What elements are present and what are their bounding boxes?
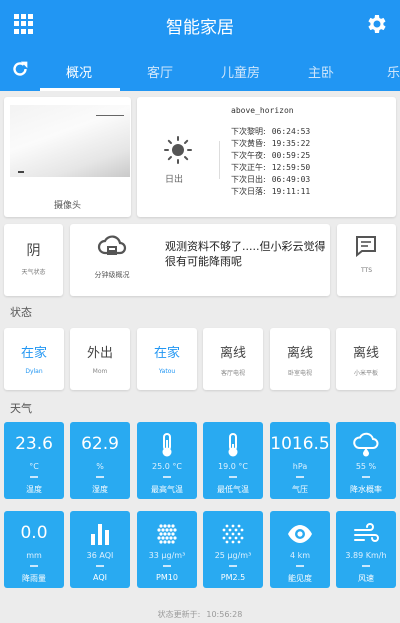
eye-icon	[288, 525, 312, 543]
camera-label: 摄像头	[53, 201, 81, 211]
tile-rainfall[interactable]: 0.0 mm 降雨量	[4, 511, 64, 588]
device-card-mi-pad[interactable]: 离线 小米平板	[336, 328, 396, 390]
active-tab-indicator	[40, 88, 120, 91]
divider	[219, 141, 220, 179]
bar-chart-icon	[91, 524, 109, 545]
tile-max-temp[interactable]: 25.0 °C 最高气温	[137, 422, 197, 499]
wind-icon	[354, 523, 379, 542]
device-card-bedroom-tv[interactable]: 离线 卧室电视	[270, 328, 330, 390]
tab-master-bedroom[interactable]: 主卧	[308, 62, 334, 81]
device-state: 离线	[286, 346, 313, 361]
sun-state: 日出	[165, 175, 184, 185]
person-card-yatou[interactable]: 在家 Yatou	[137, 328, 197, 390]
thermometer-icon	[162, 433, 172, 457]
person-name: Dylan	[25, 368, 43, 375]
device-state: 离线	[219, 346, 246, 361]
person-card-mom[interactable]: 外出 Mom	[70, 328, 130, 390]
tile-pm25[interactable]: 25 µg/m³ PM2.5	[203, 511, 263, 588]
camera-preview[interactable]	[10, 105, 130, 177]
tab-living-room[interactable]: 客厅	[147, 62, 173, 81]
tts-card[interactable]: TTS	[337, 224, 396, 296]
weather-state-value: 阴	[26, 243, 41, 259]
tile-temperature[interactable]: 23.6 °C 温度	[4, 422, 64, 499]
weather-state-card[interactable]: 阴 天气状态	[4, 224, 63, 296]
minute-forecast-label: 分钟级概况	[94, 271, 130, 279]
tab-more[interactable]: 乐	[387, 62, 400, 81]
person-state: 外出	[86, 346, 113, 361]
app-title: 智能家居	[166, 18, 234, 38]
sun-row-noon: 下次正午: 12:59:50	[231, 163, 311, 172]
sun-row-midnight: 下次午夜: 00:59:25	[231, 151, 311, 160]
tab-bar: 概况 客厅 儿童房 主卧 乐	[0, 50, 400, 91]
sun-row-dawn: 下次黎明: 06:24:53	[231, 127, 311, 136]
sun-row-rising: 下次日出: 06:49:03	[231, 175, 311, 184]
device-state: 离线	[352, 346, 379, 361]
tab-kids-room[interactable]: 儿童房	[221, 62, 260, 81]
device-name: 卧室电视	[287, 370, 312, 377]
rain-cloud-icon	[353, 432, 379, 457]
tile-wind-speed[interactable]: 3.89 Km/h 风速	[336, 511, 396, 588]
gear-icon[interactable]	[364, 12, 388, 36]
last-updated-time: 10:56:28	[206, 610, 243, 619]
minute-forecast-text: 观测资料不够了.....但小彩云觉得很有可能降雨呢	[165, 240, 326, 268]
person-name: Yatou	[158, 368, 176, 375]
weather-state-label: 天气状态	[21, 269, 46, 276]
dots-grid-icon	[157, 524, 177, 544]
app-bar: 智能家居	[0, 0, 400, 50]
device-name: 客厅电视	[220, 370, 245, 377]
dots-grid-icon	[222, 524, 244, 544]
sun-times: 下次黎明: 06:24:53 下次黄昏: 19:35:22 下次午夜: 00:59:2…	[231, 126, 310, 198]
minute-forecast-card[interactable]: 分钟级概况 观测资料不够了.....但小彩云觉得很有可能降雨呢	[70, 224, 330, 296]
tile-pressure[interactable]: 1016.5 hPa 气压	[270, 422, 330, 499]
status-section-title: 状态	[10, 306, 32, 319]
last-updated-label: 状态更新于:	[157, 610, 201, 619]
tile-aqi[interactable]: 36 AQI AQI	[70, 511, 130, 588]
tile-rain-probability[interactable]: 55 % 降水概率	[336, 422, 396, 499]
device-name: 小米平板	[353, 370, 378, 377]
tts-label: TTS	[360, 267, 373, 274]
person-state: 在家	[20, 346, 47, 361]
cloud-download-icon	[97, 235, 127, 255]
thermometer-icon	[228, 433, 238, 457]
sun-icon	[164, 136, 192, 164]
tile-humidity[interactable]: 62.9 % 湿度	[70, 422, 130, 499]
camera-card[interactable]: 摄像头	[4, 97, 131, 217]
tab-overview[interactable]: 概况	[66, 62, 92, 81]
person-state: 在家	[153, 346, 180, 361]
tile-pm10[interactable]: 33 µg/m³ PM10	[137, 511, 197, 588]
tile-min-temp[interactable]: 19.0 °C 最低气温	[203, 422, 263, 499]
sun-entity-state: above_horizon	[231, 106, 294, 115]
last-updated: 状态更新于: 10:56:28	[0, 609, 400, 620]
weather-section-title: 天气	[10, 402, 32, 415]
refresh-icon[interactable]	[9, 58, 31, 80]
sun-row-dusk: 下次黄昏: 19:35:22	[231, 139, 311, 148]
sun-row-setting: 下次日落: 19:11:11	[231, 187, 311, 196]
person-card-dylan[interactable]: 在家 Dylan	[4, 328, 64, 390]
device-card-living-room-tv[interactable]: 离线 客厅电视	[203, 328, 263, 390]
sun-card[interactable]: 日出 above_horizon 下次黎明: 06:24:53 下次黄昏: 19:3…	[137, 97, 396, 217]
person-name: Mom	[92, 368, 108, 375]
message-icon	[356, 236, 376, 257]
tile-visibility[interactable]: 4 km 能见度	[270, 511, 330, 588]
